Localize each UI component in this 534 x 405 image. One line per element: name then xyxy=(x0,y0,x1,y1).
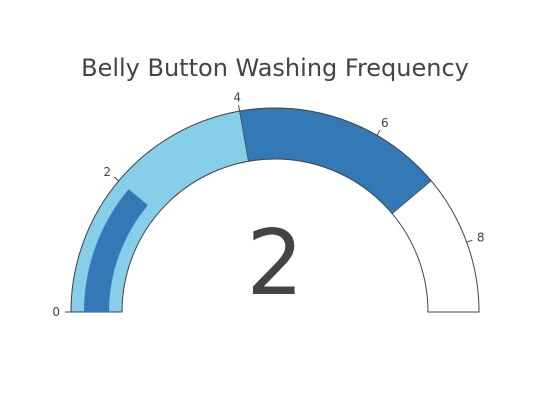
gauge-tick-label-1: 2 xyxy=(103,165,111,179)
chart-title: Belly Button Washing Frequency xyxy=(81,54,469,82)
gauge-tick-4 xyxy=(466,239,473,243)
gauge-tick-label-4: 8 xyxy=(477,230,485,244)
gauge-tick-2 xyxy=(238,105,241,112)
gauge-value: 2 xyxy=(246,211,303,316)
gauge-step-1 xyxy=(239,107,432,215)
gauge-svg: Belly Button Washing Frequency 0 2 4 6 8 2 xyxy=(52,54,485,319)
gauge-tick-label-3: 6 xyxy=(381,116,389,130)
gauge-tick-label-2: 4 xyxy=(233,90,241,104)
gauge-chart: Belly Button Washing Frequency 0 2 4 6 8 2 xyxy=(0,0,534,405)
gauge-tick-label-0: 0 xyxy=(52,305,60,319)
gauge-tick-1 xyxy=(113,176,120,182)
gauge-tick-3 xyxy=(376,129,381,136)
